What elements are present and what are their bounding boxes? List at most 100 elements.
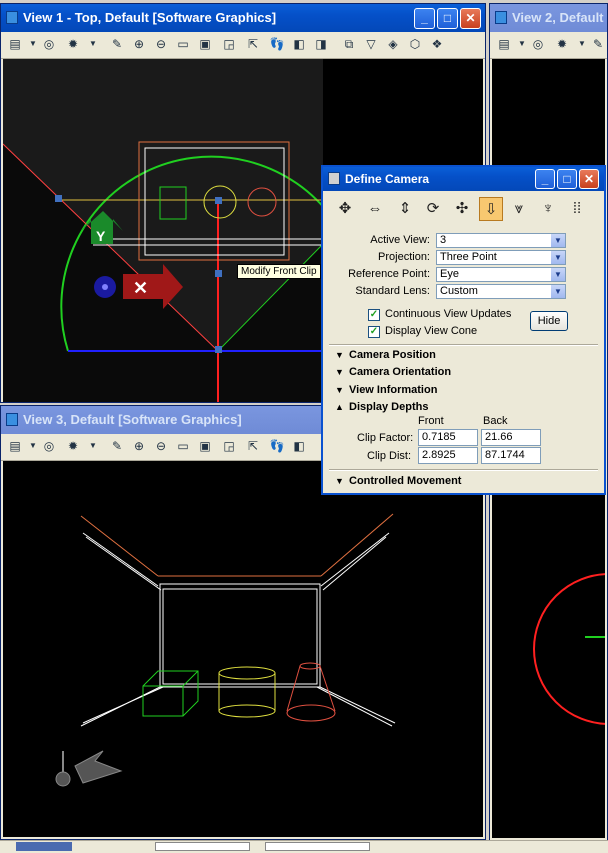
rotate-view-icon[interactable]: ◲ [221, 36, 237, 52]
walk-icon[interactable]: ⁞⁞ [565, 197, 589, 221]
lights-icon[interactable]: ✹ [554, 36, 570, 52]
render-icon[interactable]: ❖ [429, 36, 445, 52]
display-style-icon[interactable]: ◎ [41, 438, 57, 454]
standard-lens-select[interactable]: Custom ▼ [436, 284, 566, 299]
lights-icon[interactable]: ✹ [65, 36, 81, 52]
view1-toolbar: ▤ ▼ ◎ ✹ ▼ ✎ ⊕ ⊖ ▭ ▣ ◲ ⇱ 👣 ◧ ◨ ⧉ ▽ ◈ ⬡ ❖ [1, 32, 485, 59]
dialog-titlebar[interactable]: Define Camera _ □ ✕ [323, 167, 604, 191]
view2-titlebar[interactable]: View 2, Default [490, 4, 607, 32]
clip-dist-back-input[interactable]: 87.1744 [481, 447, 541, 464]
reference-point-select[interactable]: Eye ▼ [436, 267, 566, 282]
hide-button[interactable]: Hide [530, 311, 568, 331]
view-toggle-icon[interactable] [16, 842, 72, 851]
move-camera-icon[interactable]: ✥ [333, 197, 357, 221]
close-button[interactable]: ✕ [460, 8, 481, 29]
zoom-out-icon[interactable]: ⊖ [153, 36, 169, 52]
projection-value: Three Point [440, 251, 497, 263]
active-view-select[interactable]: 3 ▼ [436, 233, 566, 248]
lights-icon[interactable]: ✹ [65, 438, 81, 454]
active-view-label: Active View: [370, 234, 430, 246]
clip-volume-icon[interactable]: ▽ [363, 36, 379, 52]
update-view-icon[interactable]: ✎ [109, 438, 125, 454]
triangle-down-icon: ▼ [335, 367, 344, 377]
pan-view-icon[interactable]: ⇱ [245, 438, 261, 454]
section-label: Camera Orientation [349, 366, 452, 378]
dropdown-arrow-icon[interactable]: ▼ [25, 36, 41, 52]
view-window-icon [6, 413, 18, 426]
view2-toolbar: ▤ ▼ ◎ ✹ ▼ ✎ [490, 32, 607, 59]
view3-title: View 3, Default [Software Graphics] [23, 412, 242, 427]
view-attributes-icon[interactable]: ▤ [496, 36, 512, 52]
dropdown-arrow-icon[interactable]: ▼ [514, 36, 530, 52]
chevron-down-icon[interactable]: ▼ [551, 285, 565, 298]
clip-factor-front-input[interactable]: 0.7185 [418, 429, 478, 446]
rotate-camera-icon[interactable]: ⟳ [421, 197, 445, 221]
lens-icon[interactable]: ♆ [536, 197, 560, 221]
clip-factor-back-input[interactable]: 21.66 [481, 429, 541, 446]
pan-view-icon[interactable]: ⇱ [245, 36, 261, 52]
modify-front-clip-icon[interactable]: ⇩ [479, 197, 503, 221]
display-cone-checkbox[interactable]: ✓ [368, 326, 380, 338]
maximize-button[interactable]: □ [437, 8, 458, 29]
view-window-icon [495, 11, 507, 24]
view2-title: View 2, Default [512, 10, 604, 25]
controlled-movement-section[interactable]: ▼ Controlled Movement [335, 475, 461, 487]
next-view-icon[interactable]: ◨ [313, 36, 329, 52]
update-view-icon[interactable]: ✎ [109, 36, 125, 52]
view3-viewport[interactable] [3, 461, 483, 837]
chevron-down-icon[interactable]: ▼ [551, 268, 565, 281]
view-rotation-icon[interactable]: ◈ [385, 36, 401, 52]
camera-orientation-section[interactable]: ▼ Camera Orientation [335, 366, 451, 378]
minimize-button[interactable]: _ [535, 169, 555, 189]
view-attributes-icon[interactable]: ▤ [7, 438, 23, 454]
copy-view-icon[interactable]: ⧉ [341, 36, 357, 52]
dropdown-arrow-icon[interactable]: ▼ [25, 438, 41, 454]
fit-view-icon[interactable]: ▣ [197, 438, 213, 454]
camera-icon[interactable]: ⬡ [407, 36, 423, 52]
view-information-section[interactable]: ▼ View Information [335, 384, 437, 396]
continuous-updates-checkbox[interactable]: ✓ [368, 309, 380, 321]
continuous-updates-label: Continuous View Updates [385, 308, 512, 320]
move-left-right-icon[interactable]: ⇔ [363, 197, 387, 221]
zoom-in-icon[interactable]: ⊕ [131, 36, 147, 52]
reference-point-label: Reference Point: [348, 268, 430, 280]
view1-titlebar[interactable]: View 1 - Top, Default [Software Graphics… [1, 4, 485, 32]
dropdown-arrow-icon[interactable]: ▼ [85, 36, 101, 52]
previous-view-icon[interactable]: ◧ [291, 438, 307, 454]
display-style-icon[interactable]: ◎ [41, 36, 57, 52]
section-label: View Information [349, 384, 438, 396]
pan-camera-icon[interactable]: ✣ [450, 197, 474, 221]
close-button[interactable]: ✕ [579, 169, 599, 189]
triangle-down-icon: ▼ [335, 476, 344, 486]
rotate-view-icon[interactable]: ◲ [221, 438, 237, 454]
projection-select[interactable]: Three Point ▼ [436, 250, 566, 265]
minimize-button[interactable]: _ [414, 8, 435, 29]
dialog-title: Define Camera [345, 172, 430, 186]
move-up-down-icon[interactable]: ⇕ [393, 197, 417, 221]
view-window-icon [6, 11, 18, 24]
view1-title: View 1 - Top, Default [Software Graphics… [23, 10, 277, 25]
zoom-in-icon[interactable]: ⊕ [131, 438, 147, 454]
clip-dist-front-input[interactable]: 2.8925 [418, 447, 478, 464]
chevron-down-icon[interactable]: ▼ [551, 251, 565, 264]
maximize-button[interactable]: □ [557, 169, 577, 189]
display-depths-section[interactable]: ▲ Display Depths [335, 401, 428, 413]
walk-icon[interactable]: 👣 [269, 36, 285, 52]
reference-point-value: Eye [440, 268, 459, 280]
camera-position-section[interactable]: ▼ Camera Position [335, 349, 436, 361]
dropdown-arrow-icon[interactable]: ▼ [574, 36, 590, 52]
define-camera-dialog[interactable]: Define Camera _ □ ✕ ✥ ⇔ ⇕ ⟳ ✣ ⇩ ⩔ ♆ ⁞⁞ A… [321, 165, 606, 495]
previous-view-icon[interactable]: ◧ [291, 36, 307, 52]
dropdown-arrow-icon[interactable]: ▼ [85, 438, 101, 454]
window-area-icon[interactable]: ▭ [175, 36, 191, 52]
chevron-down-icon[interactable]: ▼ [551, 234, 565, 247]
modify-back-clip-icon[interactable]: ⩔ [507, 197, 531, 221]
clip-dist-label: Clip Dist: [367, 450, 412, 462]
view-attributes-icon[interactable]: ▤ [7, 36, 23, 52]
walk-icon[interactable]: 👣 [269, 438, 285, 454]
zoom-out-icon[interactable]: ⊖ [153, 438, 169, 454]
window-area-icon[interactable]: ▭ [175, 438, 191, 454]
fit-view-icon[interactable]: ▣ [197, 36, 213, 52]
display-style-icon[interactable]: ◎ [530, 36, 546, 52]
update-view-icon[interactable]: ✎ [590, 36, 606, 52]
